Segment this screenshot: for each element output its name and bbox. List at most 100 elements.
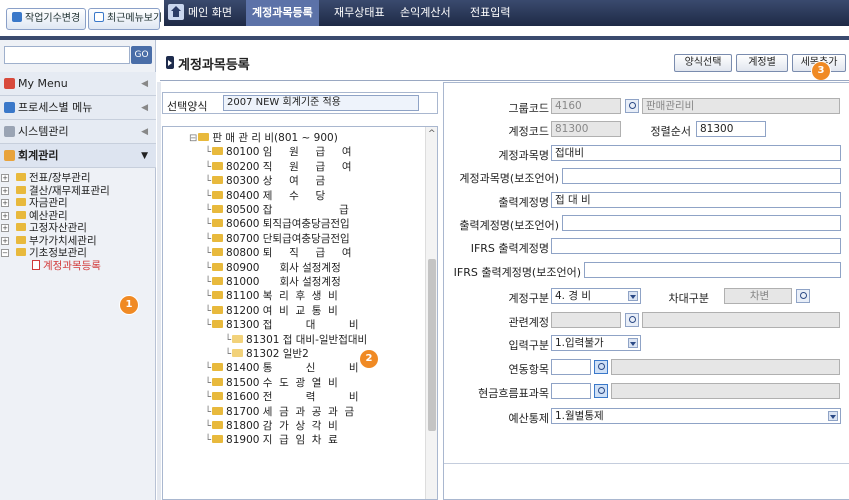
tab-income-statement[interactable]: 손익계산서: [400, 0, 451, 26]
print-name-field[interactable]: 접 대 비: [551, 192, 841, 208]
search-icon[interactable]: [625, 99, 639, 113]
tree-account-row[interactable]: └ 81300 접 대 비: [205, 318, 359, 332]
group-name-field: 판매관리비: [642, 98, 840, 114]
tree-account-row[interactable]: └ 80200 직 원 급 여: [205, 160, 351, 174]
tree-account-row[interactable]: └ 81100 복 리 후 생 비: [205, 289, 338, 303]
sidebar-section-system[interactable]: 시스템관리 ◀: [0, 120, 156, 144]
account-name-sub-field[interactable]: [562, 168, 841, 184]
tree-account-row[interactable]: └ 81700 세 금 과 공 과 금: [205, 405, 354, 419]
tree-account-row[interactable]: └ 81900 지 급 임 차 료: [205, 433, 338, 447]
collapse-icon[interactable]: ⊟: [189, 133, 197, 144]
form-select-button[interactable]: 양식선택: [674, 54, 732, 72]
tree-item-account-registration[interactable]: 계정과목등록: [0, 259, 156, 273]
tab-balance-sheet[interactable]: 재무상태표: [334, 0, 385, 26]
account-code-field[interactable]: 81300: [551, 121, 621, 137]
expand-icon[interactable]: +: [1, 174, 9, 182]
tree-row-label: 판 매 관 리 비(801 ~ 900): [212, 132, 338, 144]
group-code-field[interactable]: 4160: [551, 98, 621, 114]
sidebar-section-label: My Menu: [18, 77, 68, 90]
task-period-change-button[interactable]: 작업기수변경: [6, 8, 86, 30]
home-icon[interactable]: [168, 4, 184, 20]
tab-account-registration[interactable]: 계정과목등록: [246, 0, 319, 26]
chevron-down-icon[interactable]: [628, 338, 638, 348]
collapse-icon[interactable]: −: [1, 249, 9, 257]
tree-account-row[interactable]: └ 81600 전 력 비: [205, 390, 359, 404]
related-account-code-field[interactable]: [551, 312, 621, 328]
input-type-select[interactable]: 1.입력불가: [551, 335, 641, 351]
ifrs-print-name-sub-field[interactable]: [584, 262, 841, 278]
cash-flow-code-field[interactable]: [551, 383, 591, 399]
tree-item-budget[interactable]: + 예산관리: [0, 210, 156, 223]
print-name-sub-field[interactable]: [562, 215, 841, 231]
tree-account-row[interactable]: └ 80500 잡 급: [205, 203, 349, 217]
dr-cr-label: 차대구분: [668, 292, 709, 305]
form-type-field[interactable]: 2007 NEW 회계기준 적용: [223, 95, 419, 111]
sidebar-section-my-menu[interactable]: My Menu ◀: [0, 72, 156, 96]
tree-item-fixed-assets[interactable]: + 고정자산관리: [0, 222, 156, 235]
tree-account-row[interactable]: └ 81301 접 대비-일반접대비: [225, 333, 367, 347]
tree-account-row[interactable]: └ 80300 상 여 금: [205, 174, 325, 188]
tree-connector: └: [205, 363, 212, 375]
expand-icon[interactable]: +: [1, 211, 9, 220]
tree-connector: └: [205, 320, 212, 332]
tree-item-closing-fs[interactable]: + 결산/재무제표관리: [0, 185, 156, 198]
tree-scrollbar[interactable]: ^: [425, 127, 437, 499]
tree-account-row[interactable]: └ 81302 일반2: [225, 347, 309, 361]
tree-connector: └: [205, 176, 212, 188]
menu-search-input[interactable]: [4, 46, 130, 64]
tab-voucher-entry[interactable]: 전표입력: [470, 0, 510, 26]
sidebar-section-process-menu[interactable]: 프로세스별 메뉴 ◀: [0, 96, 156, 120]
scroll-thumb[interactable]: [428, 259, 436, 431]
tree-row-label: 81500 수 도 광 열 비: [226, 376, 338, 389]
scroll-up-icon[interactable]: ^: [428, 129, 436, 139]
search-icon[interactable]: [796, 289, 810, 303]
tree-item-voucher-ledger[interactable]: + 전표/장부관리: [0, 172, 156, 185]
search-icon[interactable]: [625, 313, 639, 327]
tree-account-row[interactable]: └ 80900 회사 설정계정: [205, 261, 341, 275]
chevron-down-icon[interactable]: [628, 291, 638, 301]
tree-account-row[interactable]: └ 80100 임 원 급 여: [205, 145, 351, 159]
form-type-label: 선택양식: [167, 100, 208, 113]
tree-item-basic-info[interactable]: − 기초정보관리: [0, 247, 156, 260]
account-by-button[interactable]: 계정별: [736, 54, 788, 72]
expand-icon[interactable]: +: [1, 224, 9, 232]
folder-icon: [212, 406, 224, 415]
accounting-tree: + 전표/장부관리 + 결산/재무제표관리 + 자금관리 + 예산관리 + 고정자산관리 …: [0, 172, 156, 272]
panel-splitter[interactable]: [157, 82, 161, 500]
tree-account-row[interactable]: └ 81200 여 비 교 통 비: [205, 304, 338, 318]
tree-account-row[interactable]: └ 80400 제 수 당: [205, 189, 325, 203]
tree-group-row[interactable]: ⊟ 판 매 관 리 비(801 ~ 900): [189, 131, 338, 145]
search-icon[interactable]: [594, 360, 608, 374]
expand-icon[interactable]: +: [1, 186, 9, 195]
tree-account-row[interactable]: └ 80700 단퇴급여충당금전입: [205, 232, 350, 246]
linked-item-code-field[interactable]: [551, 359, 591, 375]
account-type-select[interactable]: 4. 경 비: [551, 288, 641, 304]
expand-icon[interactable]: +: [1, 236, 9, 245]
person-icon: [12, 12, 22, 22]
tree-item-vat[interactable]: + 부가가치세관리: [0, 235, 156, 248]
tree-account-row[interactable]: └ 81500 수 도 광 열 비: [205, 376, 338, 390]
tree-account-row[interactable]: └ 81800 감 가 상 각 비: [205, 419, 338, 433]
expand-icon[interactable]: +: [1, 199, 9, 207]
tree-row-label: 81100 복 리 후 생 비: [226, 290, 338, 303]
tree-row-label: 80700 단퇴급여충당금전입: [226, 232, 350, 245]
recent-menu-button[interactable]: 최근메뉴보기: [88, 8, 162, 30]
account-name-label: 계정과목명: [498, 149, 549, 162]
account-type-label: 계정구분: [508, 292, 549, 305]
budget-control-select[interactable]: 1.월별통제: [551, 408, 841, 424]
tree-account-row[interactable]: └ 80800 퇴 직 급 여: [205, 246, 351, 260]
tree-account-row[interactable]: └ 81000 회사 설정계정: [205, 275, 341, 289]
tab-main-screen[interactable]: 메인 화면: [188, 0, 232, 26]
tree-account-row[interactable]: └ 80600 퇴직급여충당금전입: [205, 217, 350, 231]
go-button[interactable]: GO: [131, 46, 152, 64]
tree-connector: └: [205, 305, 212, 317]
tree-account-row[interactable]: └ 81400 통 신 비: [205, 361, 359, 375]
tree-item-funds[interactable]: + 자금관리: [0, 197, 156, 210]
chevron-down-icon[interactable]: [828, 411, 838, 421]
ifrs-print-name-field[interactable]: [551, 238, 841, 254]
sort-order-field[interactable]: 81300: [696, 121, 766, 137]
account-name-field[interactable]: 접대비: [551, 145, 841, 161]
dr-cr-field[interactable]: 차변: [724, 288, 792, 304]
sidebar-section-accounting[interactable]: 회계관리 ▼: [0, 144, 156, 168]
search-icon[interactable]: [594, 384, 608, 398]
